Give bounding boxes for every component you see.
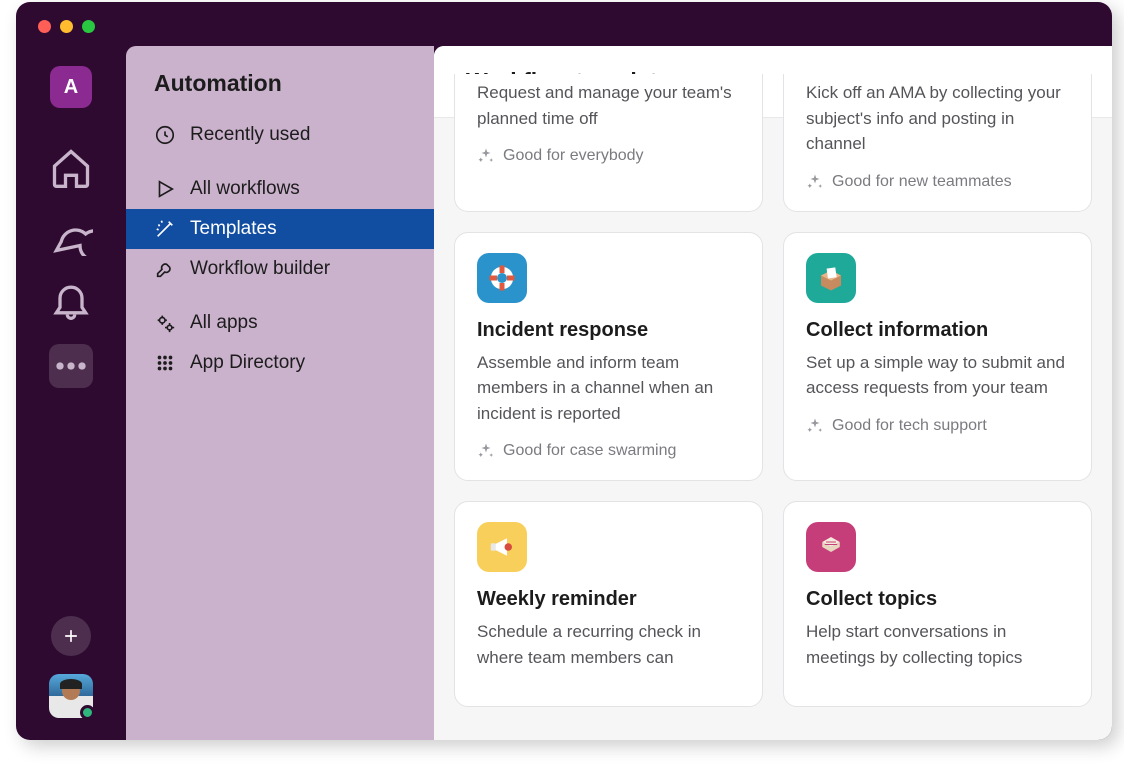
template-card-collect-topics[interactable]: Collect topics Help start conversations … <box>783 501 1092 707</box>
create-new-button[interactable] <box>51 616 91 656</box>
panel-title: Automation <box>126 70 434 115</box>
sparkle-icon <box>477 442 495 460</box>
app-window: A Automation Recently used <box>16 2 1112 740</box>
play-icon <box>154 178 176 200</box>
template-card-weekly-reminder[interactable]: Weekly reminder Schedule a recurring che… <box>454 501 763 707</box>
sidebar-item-all-workflows[interactable]: All workflows <box>126 169 434 209</box>
sparkle-icon <box>477 147 495 165</box>
sidebar-item-label: All workflows <box>190 178 300 200</box>
card-tag: Good for new teammates <box>806 173 1069 191</box>
card-description: Assemble and inform team members in a ch… <box>477 350 740 427</box>
notepad-icon <box>806 522 856 572</box>
template-card[interactable]: Request and manage your team's planned t… <box>454 74 763 212</box>
sparkle-icon <box>806 417 824 435</box>
user-avatar[interactable] <box>49 674 93 718</box>
sidebar-item-label: App Directory <box>190 352 305 374</box>
template-card-collect-information[interactable]: Collect information Set up a simple way … <box>783 232 1092 482</box>
sidebar-item-all-apps[interactable]: All apps <box>126 303 434 343</box>
sidebar-item-label: All apps <box>190 312 258 334</box>
card-description: Set up a simple way to submit and access… <box>806 350 1069 401</box>
clock-icon <box>154 124 176 146</box>
template-card-incident-response[interactable]: Incident response Assemble and inform te… <box>454 232 763 482</box>
left-rail: A <box>16 2 126 740</box>
card-description: Help start conversations in meetings by … <box>806 619 1069 670</box>
grid-icon <box>154 352 176 374</box>
more-icon[interactable] <box>49 344 93 388</box>
megaphone-icon <box>477 522 527 572</box>
card-title: Collect information <box>806 319 1069 342</box>
card-title: Weekly reminder <box>477 588 740 611</box>
sparkle-icon <box>806 173 824 191</box>
wrench-icon <box>154 258 176 280</box>
activity-icon[interactable] <box>49 278 93 322</box>
sidebar-panel: Automation Recently used All workflows T… <box>126 46 434 740</box>
sidebar-item-app-directory[interactable]: App Directory <box>126 343 434 383</box>
sidebar-item-templates[interactable]: Templates <box>126 209 434 249</box>
gears-icon <box>154 312 176 334</box>
content-area: Workflow templates Request and manage yo… <box>434 46 1112 740</box>
card-tag: Good for everybody <box>477 147 740 165</box>
home-icon[interactable] <box>49 146 93 190</box>
sidebar-item-recently-used[interactable]: Recently used <box>126 115 434 155</box>
card-description: Request and manage your team's planned t… <box>477 80 740 131</box>
lifebuoy-icon <box>477 253 527 303</box>
sidebar-item-workflow-builder[interactable]: Workflow builder <box>126 249 434 289</box>
sidebar-item-label: Templates <box>190 218 277 240</box>
workspace-switcher[interactable]: A <box>50 66 92 108</box>
card-tag: Good for case swarming <box>477 442 740 460</box>
dms-icon[interactable] <box>49 212 93 256</box>
rail-bottom <box>16 616 126 718</box>
sidebar-item-label: Recently used <box>190 124 310 146</box>
card-title: Incident response <box>477 319 740 342</box>
card-description: Schedule a recurring check in where team… <box>477 619 740 670</box>
ballot-box-icon <box>806 253 856 303</box>
wand-icon <box>154 218 176 240</box>
card-title: Collect topics <box>806 588 1069 611</box>
card-tag: Good for tech support <box>806 417 1069 435</box>
presence-indicator <box>80 705 95 720</box>
card-description: Kick off an AMA by collecting your subje… <box>806 80 1069 157</box>
template-card[interactable]: Kick off an AMA by collecting your subje… <box>783 74 1092 212</box>
sidebar-item-label: Workflow builder <box>190 258 330 280</box>
template-grid: Request and manage your team's planned t… <box>434 74 1112 727</box>
